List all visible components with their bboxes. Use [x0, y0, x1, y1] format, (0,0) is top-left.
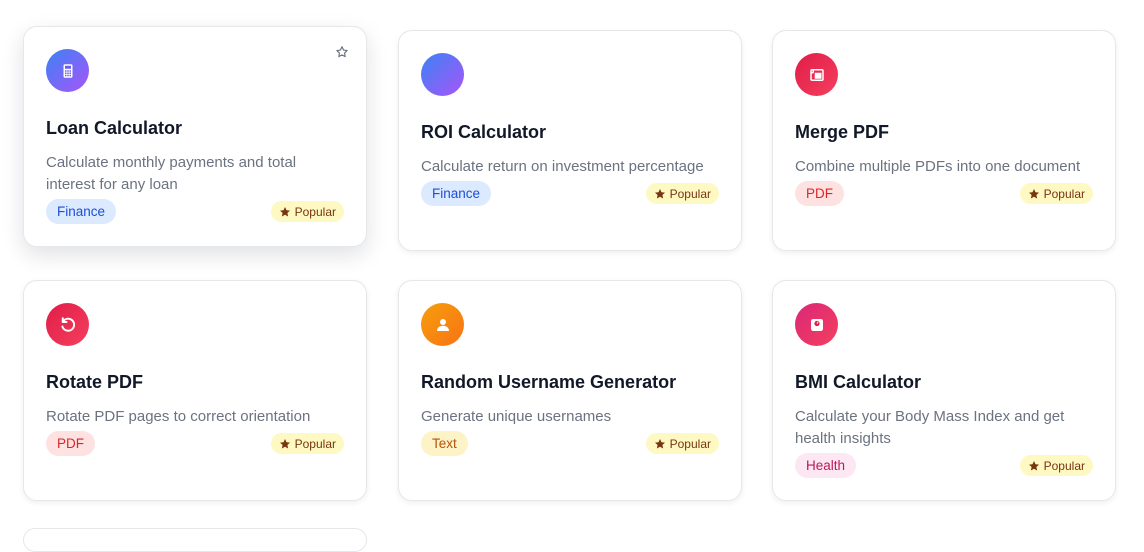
star-icon	[654, 188, 665, 199]
card-title: ROI Calculator	[421, 122, 547, 142]
card-description: Calculate monthly payments and total int…	[46, 154, 297, 193]
star-icon	[279, 206, 290, 217]
calculator-icon	[46, 49, 89, 92]
star-icon	[1028, 460, 1039, 471]
popular-badge: Popular	[270, 201, 344, 222]
card-description: Calculate return on investment percentag…	[421, 158, 704, 175]
card-description: Calculate your Body Mass Index and get h…	[795, 408, 1065, 447]
card-title: BMI Calculator	[795, 372, 922, 392]
rotate-icon	[46, 303, 89, 346]
card-title: Random Username Generator	[421, 372, 677, 392]
tool-card-random-username-generator[interactable]: Random Username Generator Generate uniqu…	[398, 280, 742, 501]
star-icon	[654, 438, 665, 449]
card-title: Rotate PDF	[46, 372, 144, 392]
tool-card-bmi-calculator[interactable]: BMI Calculator Calculate your Body Mass …	[772, 280, 1116, 501]
category-tag[interactable]: PDF	[46, 431, 95, 456]
category-tag[interactable]: Health	[795, 453, 857, 478]
card-title: Loan Calculator	[46, 118, 183, 138]
popular-badge: Popular	[270, 433, 344, 454]
favorite-star-icon[interactable]	[335, 45, 349, 59]
tool-card-rotate-pdf[interactable]: Rotate PDF Rotate PDF pages to correct o…	[23, 280, 367, 501]
blank-icon	[421, 53, 464, 96]
card-description: Rotate PDF pages to correct orientation	[46, 408, 311, 425]
card-title: Merge PDF	[795, 122, 890, 142]
star-icon	[1028, 188, 1039, 199]
merge-icon	[795, 53, 838, 96]
popular-badge: Popular	[1019, 183, 1093, 204]
category-tag[interactable]: Finance	[46, 199, 117, 224]
category-tag[interactable]: PDF	[795, 181, 844, 206]
star-icon	[279, 438, 290, 449]
tool-card-loan-calculator[interactable]: Loan Calculator Calculate monthly paymen…	[23, 26, 367, 247]
popular-badge: Popular	[1019, 455, 1093, 476]
tool-card-partial[interactable]	[23, 528, 367, 552]
user-icon	[421, 303, 464, 346]
scale-icon	[795, 303, 838, 346]
card-description: Combine multiple PDFs into one document	[795, 158, 1081, 175]
card-description: Generate unique usernames	[421, 408, 612, 425]
category-tag[interactable]: Text	[421, 431, 468, 456]
category-tag[interactable]: Finance	[421, 181, 492, 206]
tool-card-roi-calculator[interactable]: ROI Calculator Calculate return on inves…	[398, 30, 742, 251]
popular-badge: Popular	[645, 183, 719, 204]
tool-card-merge-pdf[interactable]: Merge PDF Combine multiple PDFs into one…	[772, 30, 1116, 251]
popular-badge: Popular	[645, 433, 719, 454]
